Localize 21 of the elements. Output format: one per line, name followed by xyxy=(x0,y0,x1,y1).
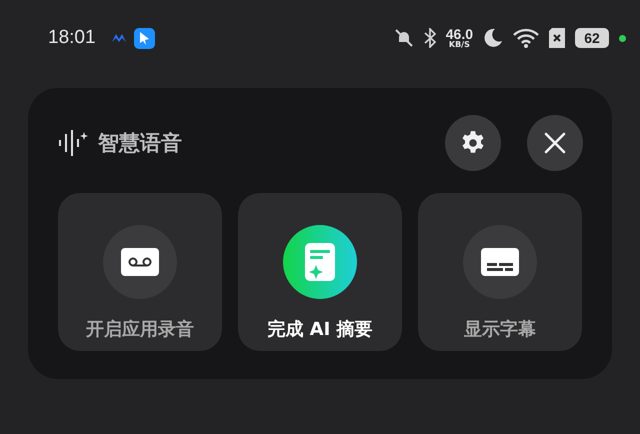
moon-icon xyxy=(483,28,503,48)
action-tile[interactable]: 开启应用录音 xyxy=(58,193,222,351)
action-tile[interactable]: 显示字幕 xyxy=(418,193,582,351)
wifi-icon xyxy=(513,28,539,48)
status-dot xyxy=(619,34,626,42)
bell-muted-icon xyxy=(394,28,414,48)
settings-icon xyxy=(460,130,486,156)
cassette-icon xyxy=(121,248,159,276)
battery-level: 62 xyxy=(575,28,609,48)
network-speed: 46.0 KB/S xyxy=(446,27,473,49)
document-sparkle-icon xyxy=(305,243,335,281)
action-tile[interactable]: 完成 AI 摘要 xyxy=(238,193,402,351)
voice-wave-icon xyxy=(58,130,88,156)
app-logo-icon xyxy=(112,34,126,42)
close-icon xyxy=(544,132,566,154)
panel-title: 智慧语音 xyxy=(98,130,182,157)
app-icon xyxy=(134,28,155,48)
sim-off-icon xyxy=(549,28,565,48)
clock-time: 18:01 xyxy=(48,27,96,49)
bluetooth-icon xyxy=(424,28,436,48)
subtitles-icon xyxy=(481,248,519,276)
